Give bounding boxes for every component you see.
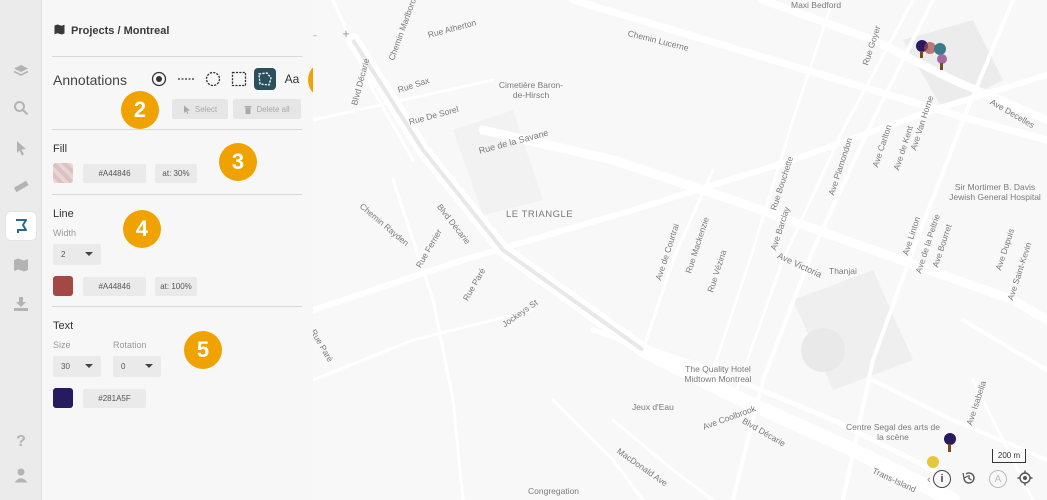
map-canvas[interactable]: ← + Maxi Bedford Chemin Lucerne Rue Athe… [313,0,1047,500]
point-tool-icon [151,71,167,87]
search-icon[interactable] [9,96,33,120]
line-color-swatch[interactable] [53,276,73,296]
rectangle-tool-icon [231,71,247,87]
text-size-select[interactable]: 30 [53,356,101,377]
breadcrumb[interactable]: Projects / Montreal [54,24,169,38]
zoom-in-icon[interactable]: + [337,24,355,42]
circle-tool-button[interactable] [202,68,224,90]
download-icon[interactable] [9,292,33,316]
history-icon[interactable] [961,470,979,488]
text-tool-button[interactable]: Aa [281,68,303,90]
map-label: Thanjai [829,266,857,276]
cursor-icon [183,105,190,114]
delete-all-button[interactable]: Delete all [233,99,301,119]
text-size-value: 30 [61,362,70,371]
layers-icon[interactable] [9,59,33,83]
divider [52,194,302,195]
select-button[interactable]: Select [172,99,228,119]
divider [52,129,302,130]
pointer-icon[interactable] [9,136,33,160]
map-icon[interactable] [9,253,33,277]
annotations-title: Annotations [53,72,127,88]
polygon-tool-button[interactable] [254,68,276,90]
map-label: Cimetière Baron-de-Hirsch [498,80,564,100]
step-badge-4: 4 [123,210,161,248]
step-badge-3: 3 [219,143,257,181]
fill-hex-field[interactable]: #A44846 [83,164,146,183]
line-alpha-field[interactable]: at: 100% [155,277,197,296]
step-badge-5: 5 [184,331,222,369]
locate-icon[interactable] [1017,470,1035,488]
line-width-value: 2 [61,250,66,259]
breadcrumb-text: Projects / Montreal [71,25,170,37]
point-tool-button[interactable] [148,68,170,90]
line-width-label: Width [53,228,77,238]
text-hex-field[interactable]: #281A5F [83,389,146,408]
fill-alpha-field[interactable]: at: 30% [155,164,197,183]
line-tool-button[interactable] [175,68,197,90]
scale-bar: 200 m [992,449,1026,463]
annotations-icon[interactable] [6,212,36,240]
polygon-tool-icon [258,72,272,86]
line-width-select[interactable]: 2 [53,244,101,265]
map-label: The Quality Hotel Midtown Montreal [684,364,752,384]
line-hex-field[interactable]: #A44846 [83,277,146,296]
step-badge-2: 2 [121,91,159,129]
back-arrow-icon[interactable]: ← [313,24,322,42]
line-tool-icon [178,78,194,80]
text-rotation-select[interactable]: 0 [113,356,161,377]
chevron-down-icon [85,252,93,256]
text-size-label: Size [53,340,71,350]
map-label: Jeux d'Eau [632,402,674,412]
map-label: Centre Segal des arts de la scène [845,422,941,442]
text-tool-icon: Aa [284,72,300,86]
fill-section-title: Fill [53,143,68,155]
help-icon[interactable]: ? [9,430,33,454]
text-rotation-label: Rotation [113,340,147,350]
annotations-panel: Projects / Montreal Annotations Aa Selec… [42,0,346,500]
circle-tool-icon [205,71,221,87]
info-icon[interactable]: i [933,470,951,488]
divider [52,306,302,307]
map-label: Maxi Bedford [791,0,842,10]
icon-rail: ? [0,0,42,500]
line-section-title: Line [53,208,74,220]
map-book-icon [54,24,65,38]
trash-icon [244,105,252,114]
annotation-toggle-icon[interactable]: A [989,470,1007,488]
map-label: Sir Mortimer B. Davis Jewish General Hos… [949,182,1041,202]
divider [52,56,302,57]
select-label: Select [194,104,218,114]
text-color-swatch[interactable] [53,388,73,408]
rectangle-tool-button[interactable] [228,68,250,90]
chevron-down-icon [145,364,153,368]
map-label: Congregation [528,486,580,496]
user-icon[interactable] [9,463,33,487]
text-section-title: Text [53,320,74,332]
chevron-down-icon [85,364,93,368]
app-root: ? Projects / Montreal Annotations Aa Sel… [0,0,1047,500]
fill-color-swatch[interactable] [53,163,73,183]
ruler-icon[interactable] [9,174,33,198]
delete-all-label: Delete all [256,104,290,114]
chevron-left-icon[interactable]: ‹ [927,474,931,486]
map-label: LE TRIANGLE [506,209,574,220]
text-rotation-value: 0 [121,362,126,371]
